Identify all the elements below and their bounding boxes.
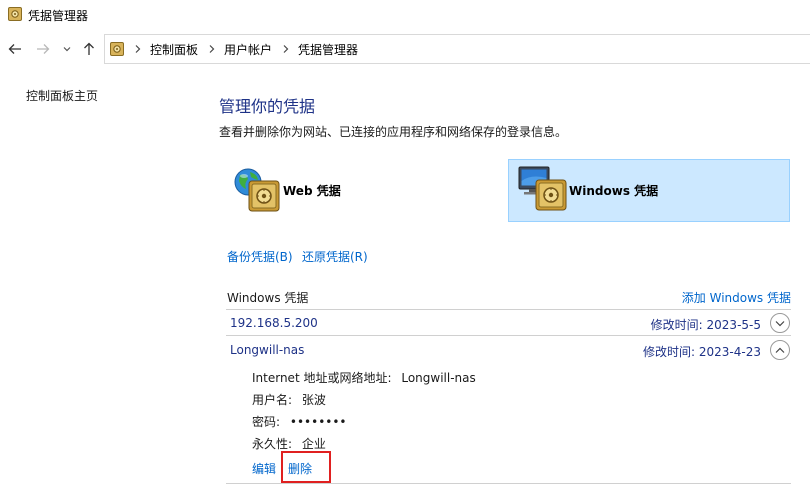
recent-locations-button[interactable]: [61, 40, 73, 58]
arrow-right-icon: [37, 44, 50, 54]
detail-password: 密码: ••••••••: [252, 413, 347, 430]
modified-date: 修改时间: 2023-4-23: [643, 345, 761, 359]
chevron-right-icon: [283, 45, 289, 53]
section-heading: Windows 凭据: [227, 291, 309, 305]
windows-credentials-tile[interactable]: Windows 凭据: [508, 159, 790, 222]
modified-date: 修改时间: 2023-5-5: [650, 318, 761, 332]
address-value: Longwill-nas: [401, 371, 476, 385]
computer-safe-icon: [518, 166, 567, 211]
credential-row[interactable]: 192.168.5.200 修改时间: 2023-5-5: [226, 310, 791, 336]
highlight-box: [281, 451, 331, 483]
username-label: 用户名:: [252, 393, 293, 407]
navigation-bar: 控制面板 用户帐户 凭据管理器: [0, 32, 810, 66]
edit-link[interactable]: 编辑: [252, 460, 276, 477]
control-panel-home-link[interactable]: 控制面板主页: [26, 87, 98, 104]
breadcrumb-user-accounts[interactable]: 用户帐户: [224, 41, 272, 58]
password-value: ••••••••: [289, 415, 347, 429]
persistence-value: 企业: [301, 437, 326, 451]
vault-icon: [8, 7, 22, 21]
up-button[interactable]: [80, 40, 98, 58]
page-description: 查看并删除你为网站、已连接的应用程序和网络保存的登录信息。: [219, 125, 568, 139]
breadcrumb-control-panel[interactable]: 控制面板: [150, 41, 198, 58]
window-title: 凭据管理器: [28, 9, 89, 23]
address-bar[interactable]: 控制面板 用户帐户 凭据管理器: [104, 34, 810, 64]
title-bar: 凭据管理器: [0, 0, 810, 30]
chevron-right-icon: [135, 45, 141, 53]
credential-row[interactable]: Longwill-nas 修改时间: 2023-4-23: [226, 337, 791, 363]
chevron-down-icon: [775, 320, 785, 326]
divider: [226, 483, 791, 484]
forward-button[interactable]: [34, 40, 52, 58]
password-label: 密码:: [252, 415, 281, 429]
arrow-left-icon: [8, 44, 21, 54]
address-label: Internet 地址或网络地址:: [252, 371, 392, 385]
detail-address: Internet 地址或网络地址: Longwill-nas: [252, 369, 476, 386]
expand-button[interactable]: [770, 313, 790, 333]
windows-credentials-label: Windows 凭据: [569, 184, 659, 198]
arrow-up-icon: [84, 42, 94, 55]
credential-name: 192.168.5.200: [230, 316, 318, 330]
web-credentials-tile[interactable]: Web 凭据: [226, 159, 508, 222]
add-windows-credential-link[interactable]: 添加 Windows 凭据: [682, 289, 791, 306]
chevron-down-icon: [63, 47, 71, 52]
detail-username: 用户名: 张波: [252, 391, 326, 408]
globe-safe-icon: [234, 168, 280, 212]
page-title: 管理你的凭据: [219, 97, 316, 116]
detail-persistence: 永久性: 企业: [252, 435, 326, 452]
chevron-right-icon: [209, 45, 215, 53]
credential-name: Longwill-nas: [230, 343, 305, 357]
collapse-button[interactable]: [770, 340, 790, 360]
vault-icon: [110, 42, 124, 56]
back-button[interactable]: [6, 40, 24, 58]
breadcrumb-credential-manager[interactable]: 凭据管理器: [298, 41, 358, 58]
restore-credentials-link[interactable]: 还原凭据(R): [302, 248, 368, 265]
persistence-label: 永久性:: [252, 437, 293, 451]
web-credentials-label: Web 凭据: [283, 184, 341, 198]
backup-credentials-link[interactable]: 备份凭据(B): [227, 248, 293, 265]
chevron-up-icon: [775, 347, 785, 353]
username-value: 张波: [301, 393, 326, 407]
